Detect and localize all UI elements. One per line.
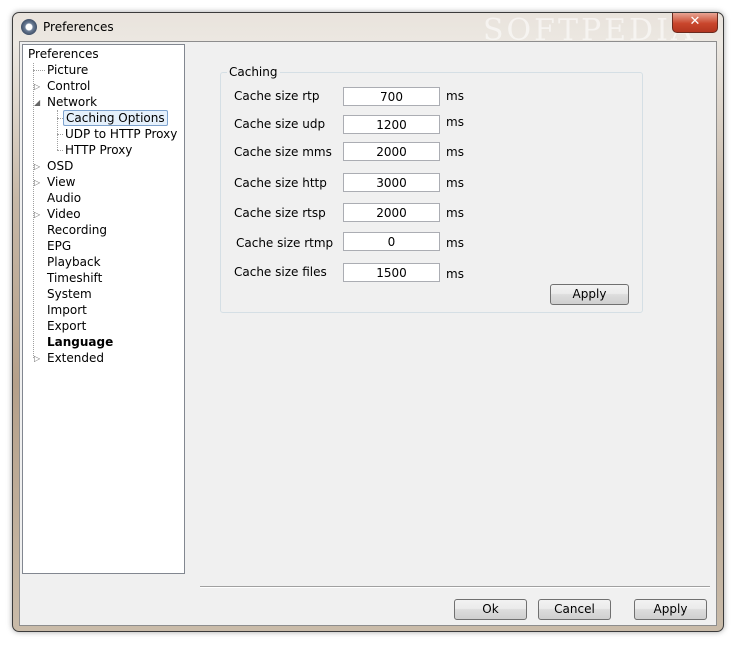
- tree-item-video[interactable]: Video: [45, 207, 83, 222]
- cache-rtp-unit: ms: [446, 89, 464, 103]
- cache-files-label: Cache size files: [234, 265, 327, 279]
- window-title: Preferences: [43, 20, 114, 34]
- tree-item-caching-options[interactable]: Caching Options: [63, 110, 168, 126]
- caching-group: Caching Cache size rtp 700 ms Cache size…: [220, 65, 643, 313]
- cache-mms-label: Cache size mms: [234, 145, 332, 159]
- tree-guide-line: [57, 110, 58, 150]
- cache-udp-input[interactable]: 1200: [343, 115, 440, 134]
- tree-item-audio[interactable]: Audio: [45, 191, 83, 206]
- cache-udp-unit: ms: [446, 115, 464, 129]
- settings-tree[interactable]: Preferences Picture ▷ Control ◢ Network …: [22, 44, 185, 574]
- cache-mms-unit: ms: [446, 145, 464, 159]
- expand-arrow-icon[interactable]: ▷: [34, 178, 42, 187]
- tree-item-label: Playback: [47, 255, 101, 269]
- tree-item-import[interactable]: Import: [45, 303, 89, 318]
- tree-item-label: Timeshift: [47, 271, 103, 285]
- tree-item-label: Recording: [47, 223, 108, 237]
- tree-item-label: Network: [47, 95, 98, 109]
- tree-item-label: Control: [47, 79, 91, 93]
- footer-separator: [200, 586, 710, 588]
- cache-rtmp-unit: ms: [446, 236, 464, 250]
- tree-item-label: Video: [47, 207, 81, 221]
- cache-rtsp-input[interactable]: 2000: [343, 203, 440, 222]
- cache-rtp-input[interactable]: 700: [343, 87, 440, 106]
- expand-arrow-icon[interactable]: ▷: [34, 162, 42, 171]
- tree-item-label: UDP to HTTP Proxy: [65, 127, 178, 141]
- tree-item-label: Language: [47, 335, 114, 349]
- tree-item-language[interactable]: Language: [45, 335, 115, 350]
- tree-item-label: Preferences: [28, 47, 99, 61]
- tree-item-network[interactable]: Network: [45, 95, 99, 110]
- cache-http-unit: ms: [446, 176, 464, 190]
- tree-guide-line: [33, 70, 45, 71]
- cache-rtmp-input[interactable]: 0: [343, 232, 440, 251]
- title-bar[interactable]: Preferences SOFTPEDIA ✕: [13, 13, 723, 48]
- caching-apply-button[interactable]: Apply: [550, 284, 629, 305]
- cache-rtsp-unit: ms: [446, 206, 464, 220]
- ok-button[interactable]: Ok: [454, 599, 527, 620]
- caching-group-title: Caching: [227, 65, 280, 79]
- cache-mms-input[interactable]: 2000: [343, 142, 440, 161]
- tree-item-label: Import: [47, 303, 87, 317]
- cache-udp-label: Cache size udp: [234, 117, 326, 131]
- tree-item-export[interactable]: Export: [45, 319, 88, 334]
- tree-item-label: System: [47, 287, 92, 301]
- tree-item-recording[interactable]: Recording: [45, 223, 109, 238]
- tree-item-label: Caching Options: [63, 110, 168, 126]
- tree-item-label: EPG: [47, 239, 72, 253]
- expand-arrow-icon[interactable]: ▷: [34, 354, 42, 363]
- tree-item-label: OSD: [47, 159, 74, 173]
- apply-button[interactable]: Apply: [634, 599, 707, 620]
- tree-item-control[interactable]: Control: [45, 79, 92, 94]
- tree-item-picture[interactable]: Picture: [45, 63, 90, 78]
- tree-item-extended[interactable]: Extended: [45, 351, 106, 366]
- cache-rtsp-label: Cache size rtsp: [234, 206, 326, 220]
- expand-arrow-icon[interactable]: ▷: [34, 82, 42, 91]
- cache-files-unit: ms: [446, 267, 464, 281]
- app-icon: [21, 19, 37, 35]
- tree-item-osd[interactable]: OSD: [45, 159, 75, 174]
- tree-item-epg[interactable]: EPG: [45, 239, 73, 254]
- tree-item-label: Picture: [47, 63, 89, 77]
- cache-rtmp-label: Cache size rtmp: [236, 236, 334, 250]
- tree-item-view[interactable]: View: [45, 175, 77, 190]
- close-button[interactable]: ✕: [672, 13, 718, 33]
- tree-item-label: HTTP Proxy: [65, 143, 133, 157]
- dialog-body: Preferences Picture ▷ Control ◢ Network …: [19, 41, 717, 626]
- tree-item-playback[interactable]: Playback: [45, 255, 103, 270]
- cache-http-label: Cache size http: [234, 176, 327, 190]
- cache-http-input[interactable]: 3000: [343, 173, 440, 192]
- collapse-arrow-icon[interactable]: ◢: [34, 98, 42, 107]
- tree-item-udp-to-http-proxy[interactable]: UDP to HTTP Proxy: [63, 127, 179, 142]
- tree-item-system[interactable]: System: [45, 287, 94, 302]
- preferences-window: Preferences SOFTPEDIA ✕ Preferences Pict…: [12, 12, 724, 632]
- cache-rtp-label: Cache size rtp: [234, 89, 320, 103]
- tree-item-http-proxy[interactable]: HTTP Proxy: [63, 143, 134, 158]
- tree-item-preferences[interactable]: Preferences: [26, 47, 101, 62]
- expand-arrow-icon[interactable]: ▷: [34, 210, 42, 219]
- tree-item-label: Export: [47, 319, 87, 333]
- tree-item-label: View: [47, 175, 76, 189]
- cancel-button[interactable]: Cancel: [538, 599, 611, 620]
- tree-item-label: Audio: [47, 191, 82, 205]
- tree-item-timeshift[interactable]: Timeshift: [45, 271, 104, 286]
- tree-item-label: Extended: [47, 351, 104, 365]
- cache-files-input[interactable]: 1500: [343, 263, 440, 282]
